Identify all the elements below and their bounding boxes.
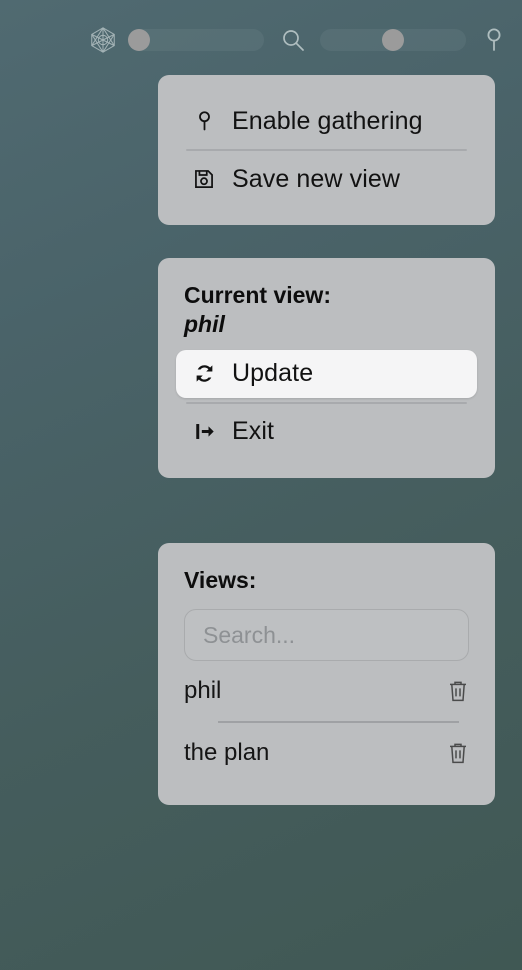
- trash-icon[interactable]: [447, 741, 469, 765]
- current-view-panel: Current view: phil Update Exit: [158, 258, 495, 478]
- current-view-heading: Current view:: [184, 282, 331, 308]
- current-view-divider: [186, 401, 467, 404]
- list-item[interactable]: the plan: [184, 723, 469, 783]
- save-new-view-button[interactable]: Save new view: [184, 155, 469, 203]
- pin-icon[interactable]: [484, 27, 504, 53]
- search-input[interactable]: [184, 609, 469, 662]
- update-button[interactable]: Update: [176, 349, 477, 398]
- search-icon[interactable]: [280, 27, 306, 53]
- pin-icon: [192, 108, 216, 134]
- views-panel: Views: phil the plan: [158, 543, 495, 805]
- enable-gathering-label: Enable gathering: [232, 106, 423, 135]
- right-slider[interactable]: [320, 29, 466, 51]
- exit-label: Exit: [232, 417, 275, 446]
- list-item[interactable]: phil: [184, 661, 469, 721]
- actions-divider: [186, 149, 467, 151]
- update-label: Update: [232, 359, 314, 388]
- exit-icon: [192, 419, 216, 445]
- enable-gathering-button[interactable]: Enable gathering: [184, 97, 469, 145]
- hexagon-logo-icon[interactable]: [88, 25, 118, 55]
- floppy-disk-icon: [192, 166, 216, 192]
- trash-icon[interactable]: [447, 679, 469, 703]
- views-heading: Views:: [184, 567, 257, 593]
- view-name: the plan: [184, 738, 270, 766]
- refresh-icon: [192, 361, 216, 387]
- right-slider-handle[interactable]: [382, 29, 404, 51]
- current-view-name: phil: [184, 311, 225, 338]
- exit-button[interactable]: Exit: [184, 408, 469, 456]
- actions-panel: Enable gathering Save new view: [158, 75, 495, 225]
- view-name: phil: [184, 677, 222, 705]
- left-slider[interactable]: [128, 29, 264, 51]
- left-slider-handle[interactable]: [128, 29, 150, 51]
- save-new-view-label: Save new view: [232, 164, 401, 193]
- top-toolbar: [0, 0, 522, 80]
